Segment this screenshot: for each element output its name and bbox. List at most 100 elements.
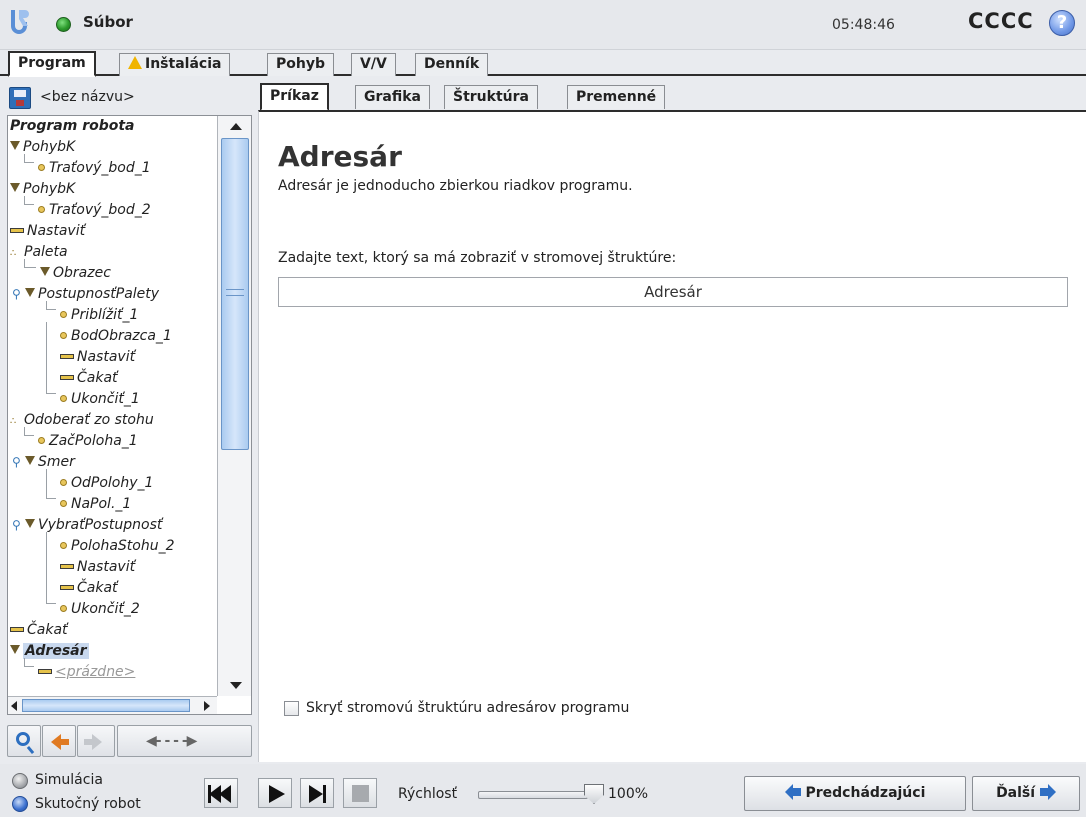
- next-button[interactable]: Ďalší: [972, 776, 1080, 811]
- redo-button[interactable]: [77, 725, 115, 757]
- tree-node[interactable]: ∴ Paleta: [10, 242, 68, 263]
- tree-node[interactable]: PohybK: [10, 137, 75, 158]
- tree-node-selected[interactable]: Adresár: [10, 641, 89, 662]
- scroll-down-icon[interactable]: [230, 682, 242, 689]
- scroll-right-icon[interactable]: [204, 701, 210, 711]
- expand-triangle-icon[interactable]: [25, 456, 35, 465]
- step-button[interactable]: [300, 778, 334, 808]
- tree-node[interactable]: Nastaviť: [60, 347, 135, 368]
- folder-name-input[interactable]: Adresár: [278, 277, 1068, 307]
- tree-connector: [46, 469, 56, 499]
- arrow-right-icon: [1039, 784, 1056, 800]
- tree-node-label: PohybK: [23, 181, 76, 197]
- expand-triangle-icon[interactable]: [25, 519, 35, 528]
- tree-connector: [24, 658, 34, 667]
- previous-button[interactable]: Predchádzajúci: [744, 776, 966, 811]
- tree-node[interactable]: PolohaStohu_2: [60, 536, 175, 557]
- move-arrows-icon: ◀- - - -▶: [146, 733, 197, 749]
- tree-node[interactable]: Ukončiť_2: [60, 599, 140, 620]
- tree-node-label: OdPolohy_1: [71, 475, 154, 491]
- set-icon: [60, 354, 74, 359]
- tab-command[interactable]: Príkaz: [260, 83, 329, 111]
- tree-node[interactable]: BodObrazca_1: [60, 326, 172, 347]
- tab-program[interactable]: Program: [8, 51, 96, 77]
- tree-horizontal-scrollbar[interactable]: [8, 696, 217, 714]
- waypoint-icon: [38, 437, 45, 444]
- tree-node-label: Obrazec: [53, 265, 111, 281]
- expand-triangle-icon[interactable]: [25, 288, 35, 297]
- tree-node[interactable]: OdPolohy_1: [60, 473, 153, 494]
- tree-node[interactable]: ⚲ VybraťPostupnosť: [12, 515, 162, 536]
- tree-node-label: Adresár: [23, 643, 89, 659]
- page-description: Adresár je jednoducho zbierkou riadkov p…: [278, 178, 633, 194]
- help-icon[interactable]: ?: [1049, 10, 1075, 36]
- scroll-thumb[interactable]: [22, 699, 190, 712]
- simulation-radio[interactable]: [12, 773, 28, 789]
- tree-node[interactable]: Nastaviť: [60, 557, 135, 578]
- tree-node-label: Čakať: [27, 622, 68, 638]
- expand-triangle-icon[interactable]: [10, 645, 20, 654]
- tree-node[interactable]: Ukončiť_1: [60, 389, 140, 410]
- tree-node-label: NaPol._1: [71, 496, 132, 512]
- skip-back-button[interactable]: [204, 778, 238, 808]
- stop-button[interactable]: [343, 778, 377, 808]
- scroll-thumb[interactable]: [221, 138, 249, 450]
- tab-move[interactable]: Pohyb: [267, 53, 334, 76]
- tab-variables[interactable]: Premenné: [567, 85, 666, 109]
- tree-node[interactable]: Traťový_bod_1: [38, 158, 151, 179]
- program-tree-panel: <bez názvu> Program robota PohybK Traťov…: [0, 78, 258, 766]
- tree-node[interactable]: ⚲ PostupnosťPalety: [12, 284, 159, 305]
- tab-installation[interactable]: Inštalácia: [119, 53, 231, 76]
- redo-icon: [84, 734, 102, 750]
- tree-node[interactable]: Traťový_bod_2: [38, 200, 151, 221]
- waypoint-icon: [60, 311, 67, 318]
- tree-connector: [24, 259, 36, 268]
- speed-slider-handle[interactable]: [584, 784, 604, 804]
- tree-node[interactable]: Nastaviť: [10, 221, 85, 242]
- tab-structure[interactable]: Štruktúra: [444, 85, 538, 109]
- scroll-left-icon[interactable]: [11, 701, 17, 711]
- waypoint-icon: [60, 332, 67, 339]
- search-button[interactable]: [7, 725, 41, 757]
- tree-list: Program robota PohybK Traťový_bod_1 Pohy…: [8, 116, 216, 682]
- simulation-label[interactable]: Simulácia: [35, 772, 103, 788]
- tree-node[interactable]: Program robota: [10, 116, 135, 137]
- real-robot-label[interactable]: Skutočný robot: [35, 796, 141, 812]
- tree-node[interactable]: Priblížiť_1: [60, 305, 138, 326]
- tab-graphics[interactable]: Grafika: [355, 85, 430, 109]
- tree-node[interactable]: Čakať: [60, 578, 118, 599]
- tree-node[interactable]: <prázdne>: [38, 662, 135, 682]
- title-bar: Súbor 05:48:46 CCCC ?: [0, 0, 1086, 50]
- expand-triangle-icon[interactable]: [10, 183, 20, 192]
- speed-value: 100%: [608, 786, 649, 802]
- tree-node[interactable]: ⚲ Smer: [12, 452, 75, 473]
- speed-slider[interactable]: [478, 791, 588, 799]
- node-tabs: Príkaz Grafika Štruktúra Premenné: [258, 78, 1086, 111]
- undo-button[interactable]: [42, 725, 76, 757]
- expand-triangle-icon[interactable]: [10, 141, 20, 150]
- tree-node[interactable]: Čakať: [10, 620, 68, 641]
- play-button[interactable]: [258, 778, 292, 808]
- waypoint-icon: [60, 605, 67, 612]
- real-robot-radio[interactable]: [12, 796, 28, 812]
- tree-node[interactable]: Obrazec: [40, 263, 111, 284]
- tree-node[interactable]: PohybK: [10, 179, 75, 200]
- move-node-button[interactable]: ◀- - - -▶: [117, 725, 252, 757]
- tree-node[interactable]: ZačPoloha_1: [38, 431, 138, 452]
- main-tabs: Program Inštalácia Pohyb V/V Denník: [0, 50, 1086, 77]
- tree-node[interactable]: Čakať: [60, 368, 118, 389]
- scroll-up-icon[interactable]: [230, 123, 242, 130]
- hide-tree-label[interactable]: Skryť stromovú štruktúru adresárov progr…: [306, 700, 629, 716]
- save-icon[interactable]: [9, 87, 31, 109]
- tree-toolbar: ◀- - - -▶: [7, 725, 252, 759]
- hide-tree-checkbox[interactable]: [284, 701, 299, 716]
- tree-node-label: Čakať: [77, 580, 118, 596]
- tree-vertical-scrollbar[interactable]: [217, 116, 251, 696]
- tab-log[interactable]: Denník: [415, 53, 489, 76]
- undo-icon: [51, 734, 69, 750]
- tree-node[interactable]: NaPol._1: [60, 494, 131, 515]
- tab-io[interactable]: V/V: [351, 53, 396, 76]
- tree-node-label: Program robota: [10, 118, 135, 134]
- file-menu[interactable]: Súbor: [83, 13, 133, 31]
- expand-triangle-icon[interactable]: [40, 267, 50, 276]
